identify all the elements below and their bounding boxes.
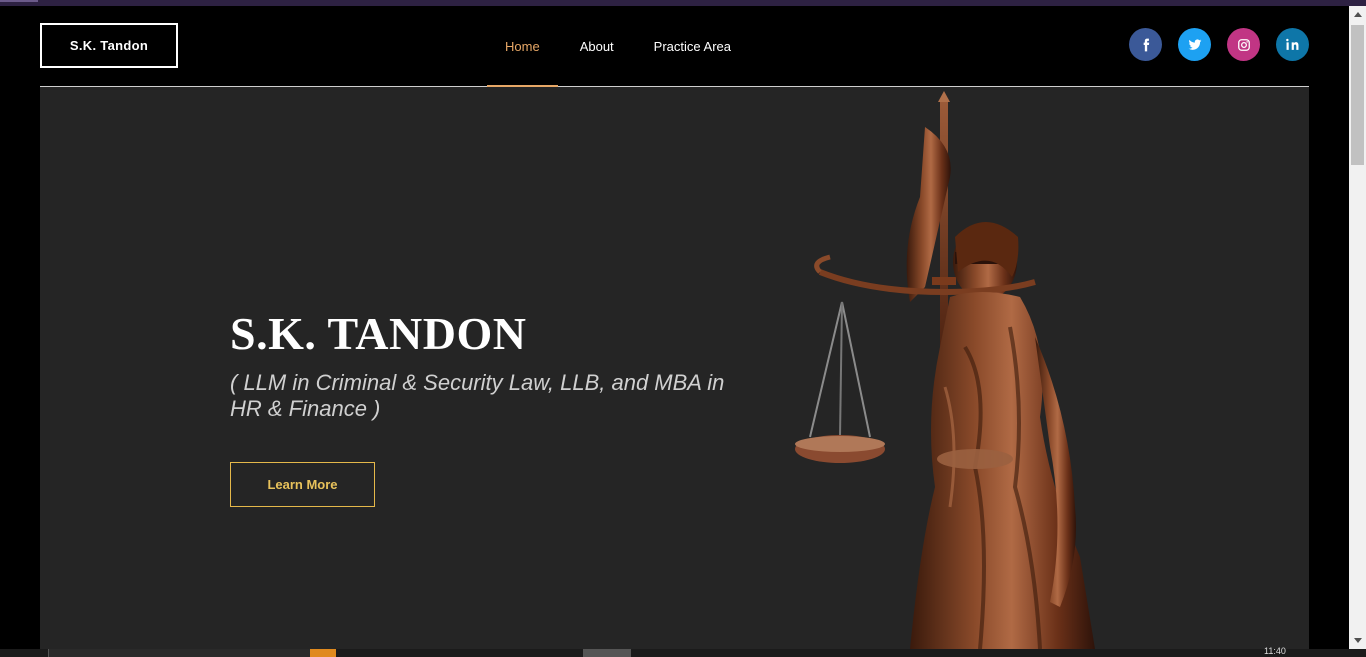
page: S.K. Tandon Home About Practice Area S.K… bbox=[0, 6, 1349, 649]
taskbar-app[interactable] bbox=[583, 649, 631, 657]
facebook-icon[interactable] bbox=[1129, 28, 1162, 61]
nav-item-home[interactable]: Home bbox=[487, 6, 558, 87]
hero-title: S.K. TANDON bbox=[230, 308, 527, 359]
scrollbar-thumb[interactable] bbox=[1351, 25, 1364, 165]
twitter-icon[interactable] bbox=[1178, 28, 1211, 61]
taskbar-search[interactable] bbox=[48, 649, 336, 657]
main-nav: Home About Practice Area bbox=[487, 6, 749, 87]
site-logo[interactable]: S.K. Tandon bbox=[40, 23, 178, 68]
taskbar-widget-icon[interactable] bbox=[310, 649, 336, 657]
taskbar: 11:40 bbox=[0, 646, 1366, 657]
learn-more-button[interactable]: Learn More bbox=[230, 462, 375, 507]
taskbar-clock: 11:40 bbox=[1264, 646, 1286, 656]
linkedin-icon[interactable] bbox=[1276, 28, 1309, 61]
lady-justice-statue-image bbox=[795, 91, 1095, 649]
scroll-up-icon[interactable] bbox=[1349, 6, 1366, 23]
instagram-icon[interactable] bbox=[1227, 28, 1260, 61]
social-links bbox=[1129, 28, 1309, 61]
page-scrollbar[interactable] bbox=[1349, 6, 1366, 649]
tab-accent bbox=[0, 0, 38, 2]
hero-subtitle: ( LLM in Criminal & Security Law, LLB, a… bbox=[230, 370, 725, 421]
site-header: S.K. Tandon Home About Practice Area bbox=[40, 6, 1309, 87]
nav-item-practice-area[interactable]: Practice Area bbox=[625, 6, 749, 86]
scroll-down-icon[interactable] bbox=[1349, 632, 1366, 649]
hero-section: S.K. TANDON ( LLM in Criminal & Security… bbox=[40, 87, 1309, 649]
nav-item-about[interactable]: About bbox=[558, 6, 625, 86]
